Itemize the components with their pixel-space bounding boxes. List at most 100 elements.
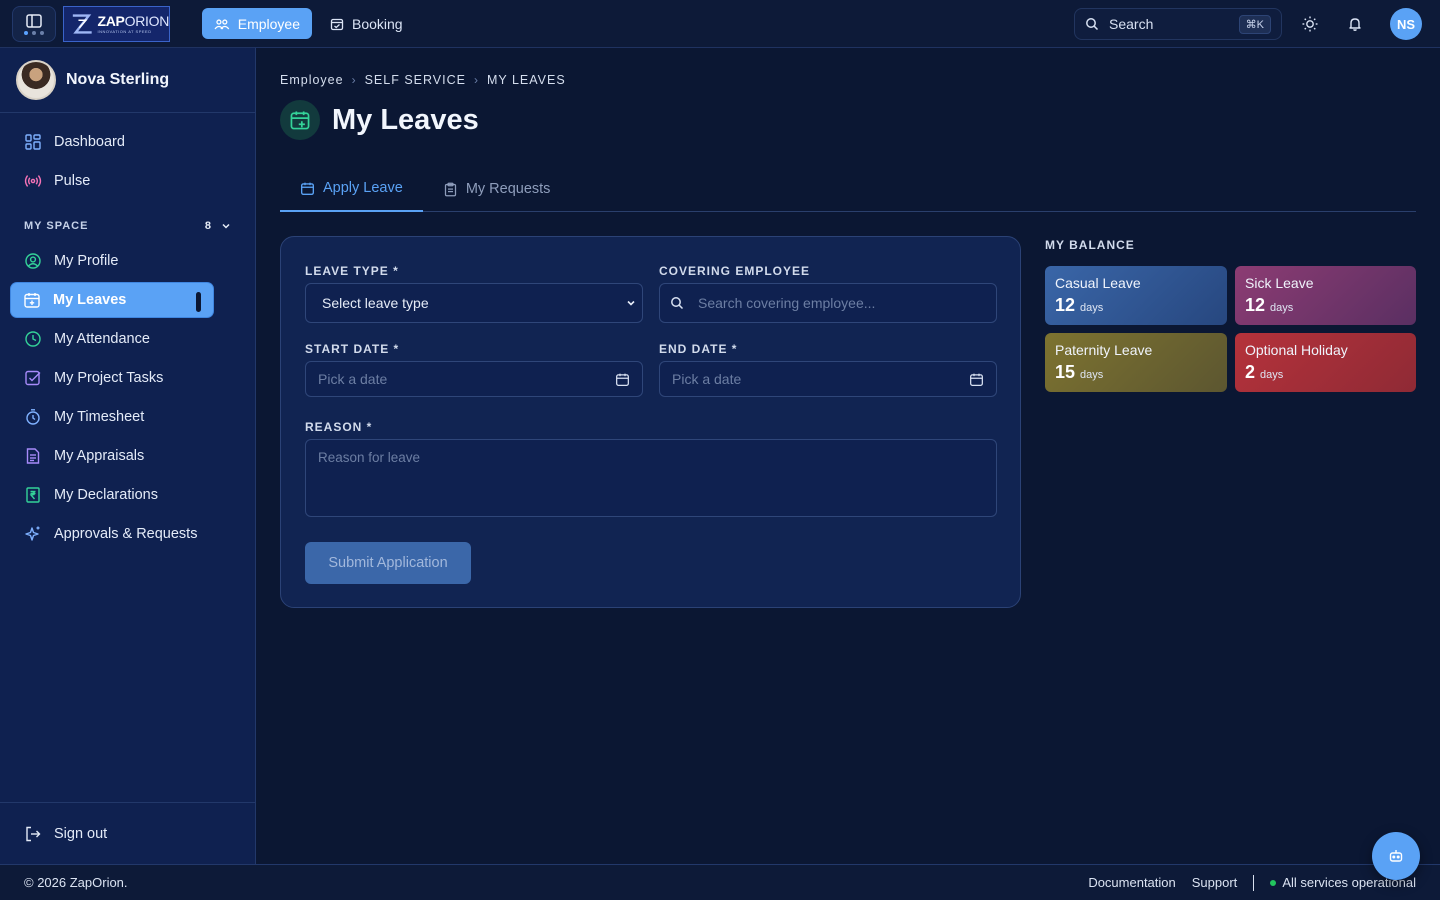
top-bar: ZAPORION INNOVATION AT SPEED Employee Bo…: [0, 0, 1440, 48]
calendar-check-icon: [330, 18, 344, 30]
breadcrumb-item[interactable]: SELF SERVICE: [365, 73, 466, 87]
balance-name: Optional Holiday: [1245, 342, 1348, 358]
sidebar-item-my-declarations[interactable]: My Declarations: [12, 478, 243, 512]
chevron-right-icon: ›: [351, 73, 357, 87]
balance-label: MY BALANCE: [1045, 238, 1135, 252]
sidebar-item-approvals-requests[interactable]: Approvals & Requests: [12, 517, 243, 551]
page-title-icon: [280, 100, 320, 140]
breadcrumb: Employee › SELF SERVICE › MY LEAVES: [280, 73, 566, 87]
logo-name-rest: ORION: [124, 13, 170, 29]
global-search-button[interactable]: Search ⌘K: [1074, 8, 1282, 40]
sidebar-item-pulse[interactable]: Pulse: [12, 164, 243, 198]
balance-card-optional-holiday: Optional Holiday 2 days: [1235, 333, 1416, 392]
chevron-right-icon: ›: [473, 73, 479, 87]
covering-employee-label: COVERING EMPLOYEE: [659, 264, 811, 278]
balance-unit: days: [1260, 369, 1284, 381]
avatar: [16, 60, 56, 100]
sidebar-item-label: Dashboard: [54, 134, 125, 150]
logo-name-bold: ZAP: [97, 13, 125, 29]
tabs: Apply Leave My Requests: [280, 166, 1416, 212]
sparkle-icon: [25, 526, 40, 541]
nav-booking-button[interactable]: Booking: [318, 8, 415, 39]
sidebar-item-label: My Timesheet: [54, 409, 145, 425]
sidebar-item-label: My Attendance: [54, 331, 150, 347]
timer-icon: [26, 409, 40, 425]
bell-icon: [1349, 18, 1361, 31]
active-indicator: [196, 292, 201, 312]
breadcrumb-item: MY LEAVES: [486, 73, 566, 87]
sidebar-item-my-appraisals[interactable]: My Appraisals: [12, 439, 243, 473]
notifications-button[interactable]: [1343, 12, 1367, 36]
user-name: Nova Sterling: [66, 71, 170, 88]
balance-unit: days: [1270, 302, 1294, 314]
leave-type-select[interactable]: Select leave type: [305, 283, 643, 323]
submit-application-button[interactable]: Submit Application: [305, 542, 471, 584]
sidebar-item-dashboard[interactable]: Dashboard: [12, 125, 243, 159]
sun-icon: [1302, 16, 1318, 32]
balance-unit: days: [1080, 369, 1104, 381]
copyright: © 2026 ZapOrion.: [24, 875, 128, 890]
tab-label: Apply Leave: [323, 180, 403, 196]
apply-leave-form: LEAVE TYPE * Select leave type COVERING …: [280, 236, 1021, 608]
calendar-plus-icon: [290, 111, 310, 130]
reason-label: REASON *: [305, 420, 373, 434]
search-label: Search: [1109, 16, 1154, 32]
grid-icon: [25, 134, 41, 150]
assistant-bot-button[interactable]: [1372, 832, 1420, 880]
start-date-label: START DATE *: [305, 342, 400, 356]
balance-value: 12: [1245, 295, 1266, 315]
theme-toggle-button[interactable]: [1298, 12, 1322, 36]
logo-tagline: INNOVATION AT SPEED: [97, 29, 152, 34]
end-date-placeholder: Pick a date: [672, 371, 742, 387]
divider: [1253, 874, 1255, 891]
covering-employee-input[interactable]: Search covering employee...: [659, 283, 997, 323]
calendar-plus-icon: [24, 293, 40, 308]
user-avatar-button[interactable]: NS: [1390, 8, 1422, 40]
page-title: My Leaves: [332, 103, 479, 136]
balance-name: Sick Leave: [1245, 275, 1314, 291]
clock-icon: [25, 331, 41, 347]
chevron-down-icon: [627, 300, 635, 306]
bot-icon: [1389, 850, 1403, 862]
end-date-label: END DATE *: [659, 342, 738, 356]
sidebar-item-my-timesheet[interactable]: My Timesheet: [12, 400, 243, 434]
sidebar-item-label: My Profile: [54, 253, 119, 269]
tab-apply-leave[interactable]: Apply Leave: [280, 166, 423, 212]
balance-card-casual-leave: Casual Leave 12 days: [1045, 266, 1227, 325]
users-icon: [214, 18, 230, 29]
documentation-link[interactable]: Documentation: [1088, 875, 1175, 890]
chevron-down-icon: [222, 223, 230, 229]
leave-type-value: Select leave type: [322, 295, 429, 311]
calendar-icon[interactable]: [969, 372, 984, 387]
support-link[interactable]: Support: [1192, 875, 1238, 890]
section-my-space[interactable]: MY SPACE 8: [0, 216, 255, 236]
sidebar-item-my-project-tasks[interactable]: My Project Tasks: [12, 361, 243, 395]
sidebar-item-my-profile[interactable]: My Profile: [12, 244, 243, 278]
sidebar-item-label: My Appraisals: [54, 448, 145, 464]
tab-my-requests[interactable]: My Requests: [423, 166, 571, 212]
breadcrumb-item[interactable]: Employee: [280, 73, 344, 87]
nav-employee-button[interactable]: Employee: [202, 8, 312, 39]
sidebar-item-my-attendance[interactable]: My Attendance: [12, 322, 243, 356]
calendar-icon[interactable]: [615, 372, 630, 387]
balance-unit: days: [1080, 302, 1104, 314]
page-header: My Leaves: [280, 100, 479, 140]
covering-employee-placeholder: Search covering employee...: [698, 295, 876, 311]
balance-value: 2: [1245, 362, 1256, 382]
sign-out-button[interactable]: Sign out: [0, 802, 255, 864]
reason-textarea[interactable]: Reason for leave: [305, 439, 997, 517]
brand-logo[interactable]: ZAPORION INNOVATION AT SPEED: [63, 6, 170, 42]
search-shortcut: ⌘K: [1238, 14, 1271, 34]
sidebar-item-label: Approvals & Requests: [54, 526, 198, 542]
sidebar-item-label: Pulse: [54, 173, 91, 189]
sidebar-item-my-leaves[interactable]: My Leaves: [11, 283, 213, 317]
broadcast-icon: [24, 175, 42, 187]
sidebar-toggle-button[interactable]: [12, 6, 56, 42]
nav-booking-label: Booking: [352, 15, 403, 32]
end-date-input[interactable]: Pick a date: [659, 361, 997, 397]
zaporion-logo-icon: [72, 14, 92, 34]
sidebar-user[interactable]: Nova Sterling: [0, 48, 255, 113]
sidebar-icon: [26, 13, 42, 28]
rupee-document-icon: [26, 487, 40, 503]
start-date-input[interactable]: Pick a date: [305, 361, 643, 397]
